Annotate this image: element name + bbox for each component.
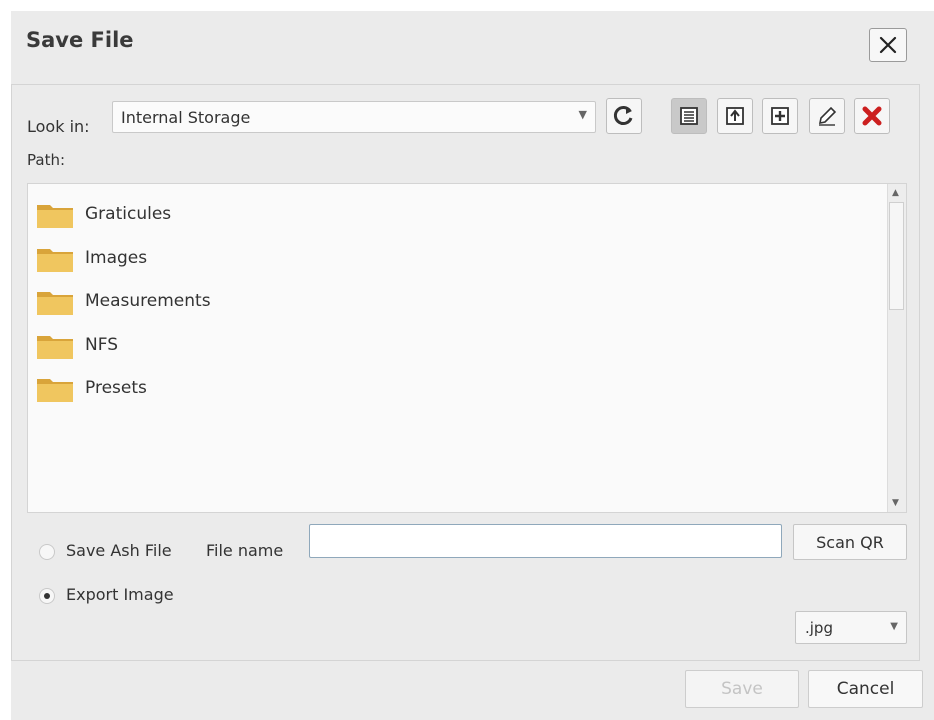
rename-icon <box>818 106 837 126</box>
look-in-value: Internal Storage <box>121 108 251 127</box>
export-image-radio[interactable] <box>39 588 55 604</box>
look-in-combobox[interactable]: Internal Storage ▼ <box>112 101 596 133</box>
look-in-label: Look in: <box>27 117 90 136</box>
list-item-label: NFS <box>85 335 118 355</box>
delete-icon <box>862 106 882 126</box>
chevron-down-icon: ▼ <box>890 621 898 632</box>
cancel-button[interactable]: Cancel <box>808 670 923 708</box>
list-item-label: Presets <box>85 378 147 398</box>
rename-button[interactable] <box>809 98 845 134</box>
refresh-button[interactable] <box>606 98 642 134</box>
folder-icon <box>37 292 73 315</box>
new-folder-icon <box>771 107 789 125</box>
folder-icon <box>37 379 73 402</box>
parent-folder-button[interactable] <box>717 98 753 134</box>
detail-view-button[interactable] <box>671 98 707 134</box>
folder-icon <box>37 249 73 272</box>
close-button[interactable] <box>869 28 907 62</box>
extension-select[interactable]: .jpg ▼ <box>795 611 907 644</box>
delete-button[interactable] <box>854 98 890 134</box>
export-image-label: Export Image <box>66 585 174 604</box>
path-label: Path: <box>27 151 66 169</box>
folder-icon <box>37 205 73 228</box>
new-folder-button[interactable] <box>762 98 798 134</box>
list-item-label: Images <box>85 248 148 268</box>
file-name-label: File name <box>206 541 284 560</box>
save-button[interactable]: Save <box>685 670 799 708</box>
list-item-label: Graticules <box>85 204 172 224</box>
vertical-scrollbar[interactable]: ▲ ▼ <box>887 184 906 512</box>
parent-folder-icon <box>726 107 744 125</box>
file-list: Graticules Images Measurements NFS Prese… <box>27 183 907 513</box>
save-ash-file-label: Save Ash File <box>66 541 172 560</box>
scrollbar-thumb[interactable] <box>889 202 904 310</box>
refresh-icon <box>613 106 633 125</box>
close-icon <box>879 36 897 54</box>
detail-view-icon <box>680 107 698 125</box>
chevron-down-icon: ▼ <box>578 108 587 121</box>
dialog-title: Save File <box>26 28 134 52</box>
scan-qr-button[interactable]: Scan QR <box>793 524 907 560</box>
save-ash-file-radio[interactable] <box>39 544 55 560</box>
scroll-up-icon[interactable]: ▲ <box>892 188 899 198</box>
folder-icon <box>37 336 73 359</box>
scroll-down-icon[interactable]: ▼ <box>892 498 899 508</box>
list-item-label: Measurements <box>85 291 211 311</box>
extension-value: .jpg <box>805 619 833 637</box>
file-name-input[interactable] <box>309 524 782 558</box>
